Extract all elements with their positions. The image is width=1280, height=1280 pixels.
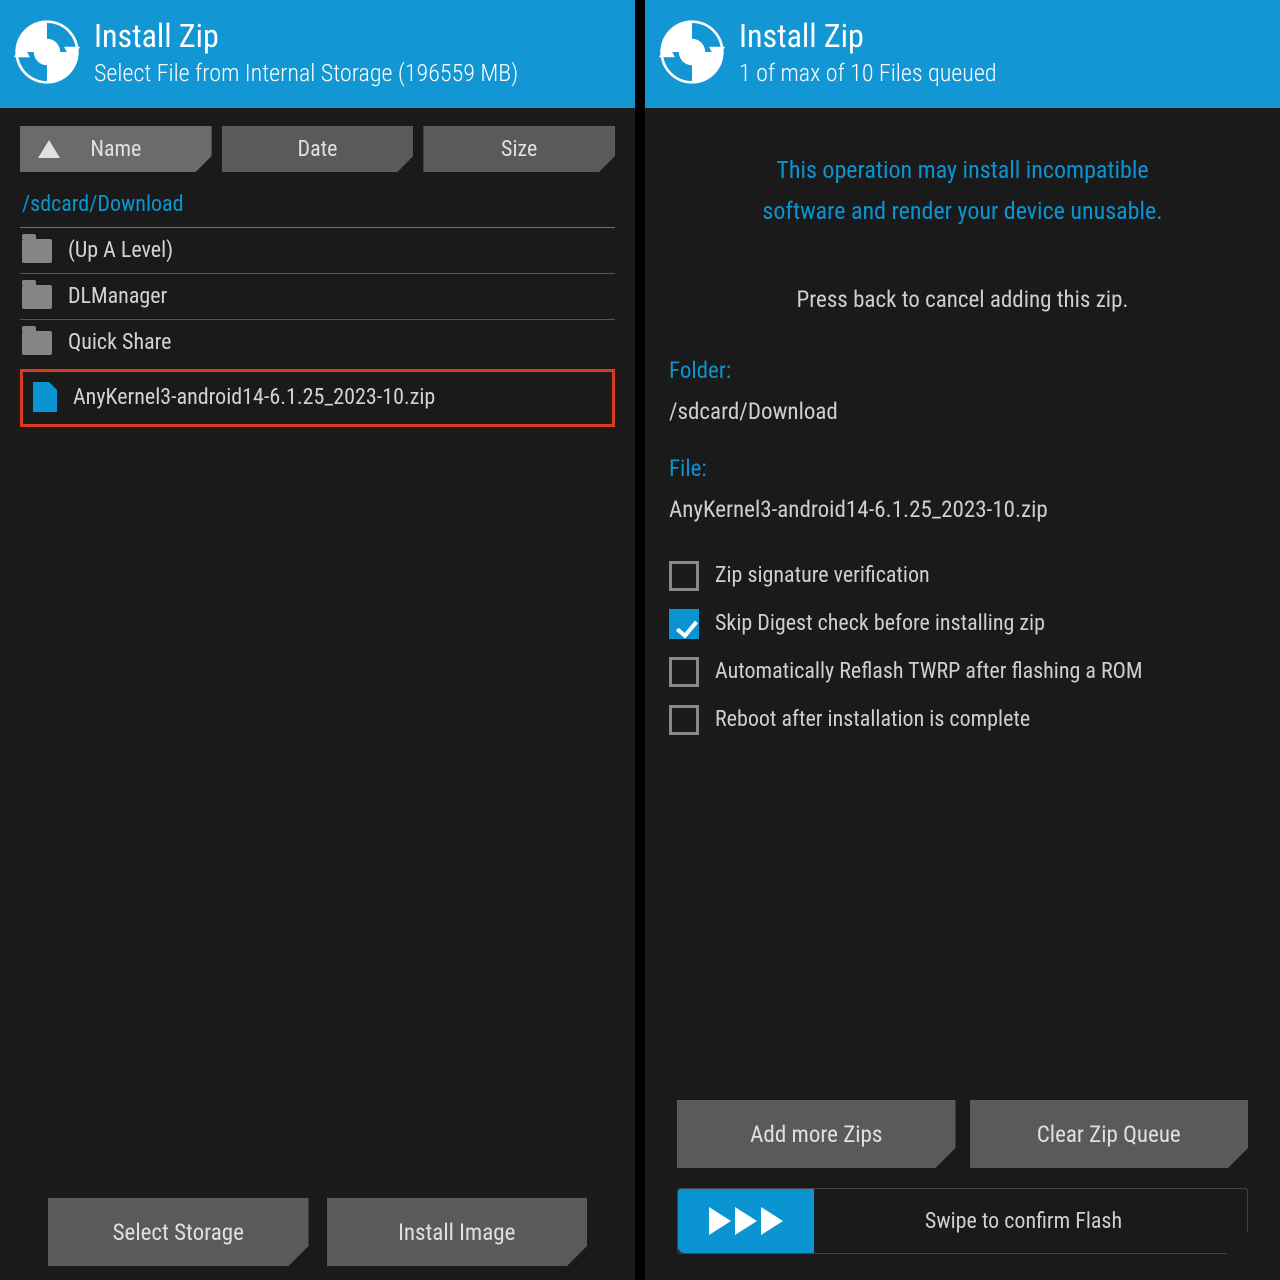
header-title: Install Zip: [739, 17, 997, 55]
list-item-folder[interactable]: DLManager: [20, 274, 615, 320]
header: Install Zip 1 of max of 10 Files queued: [645, 0, 1280, 108]
clear-zip-queue-button[interactable]: Clear Zip Queue: [970, 1100, 1249, 1168]
checkbox-icon: [669, 657, 699, 687]
chevron-right-icon: [761, 1207, 783, 1235]
sort-bar: Name Date Size: [20, 126, 615, 172]
sort-date-button[interactable]: Date: [222, 126, 414, 172]
list-item-label: (Up A Level): [68, 238, 173, 263]
sort-size-button[interactable]: Size: [423, 126, 615, 172]
twrp-logo-icon: [659, 19, 725, 85]
folder-icon: [22, 285, 52, 309]
chevron-right-icon: [735, 1207, 757, 1235]
header-title: Install Zip: [94, 17, 518, 55]
button-label: Select Storage: [113, 1219, 244, 1246]
chevron-right-icon: [709, 1207, 731, 1235]
warning-text: This operation may install incompatible …: [669, 150, 1256, 232]
button-label: Install Image: [398, 1219, 515, 1246]
sort-ascending-icon: [38, 140, 60, 158]
swipe-to-confirm[interactable]: Swipe to confirm Flash: [677, 1188, 1248, 1254]
twrp-logo-icon: [14, 19, 80, 85]
current-path[interactable]: /sdcard/Download: [20, 184, 615, 228]
button-label: Clear Zip Queue: [1037, 1121, 1181, 1148]
folder-label: Folder:: [669, 357, 1256, 384]
list-item-label: Quick Share: [68, 330, 171, 355]
checkbox-icon: [669, 705, 699, 735]
sort-date-label: Date: [298, 137, 338, 162]
checkbox-label: Reboot after installation is complete: [715, 707, 1030, 732]
sort-name-label: Name: [90, 137, 141, 162]
install-image-button[interactable]: Install Image: [327, 1198, 588, 1266]
list-item-zip-selected[interactable]: AnyKernel3-android14-6.1.25_2023-10.zip: [20, 369, 615, 427]
cancel-hint: Press back to cancel adding this zip.: [669, 286, 1256, 313]
header-subtitle: 1 of max of 10 Files queued: [739, 59, 997, 87]
swipe-handle[interactable]: [678, 1189, 814, 1253]
checkbox-zip-signature[interactable]: Zip signature verification: [669, 561, 1256, 591]
list-item-label: AnyKernel3-android14-6.1.25_2023-10.zip: [73, 385, 435, 410]
file-value: AnyKernel3-android14-6.1.25_2023-10.zip: [669, 496, 1256, 523]
select-storage-button[interactable]: Select Storage: [48, 1198, 309, 1266]
list-item-up[interactable]: (Up A Level): [20, 228, 615, 274]
checkbox-icon: [669, 561, 699, 591]
file-list: (Up A Level) DLManager Quick Share AnyKe…: [20, 228, 615, 427]
checkbox-label: Automatically Reflash TWRP after flashin…: [715, 659, 1142, 684]
checkbox-reflash-twrp[interactable]: Automatically Reflash TWRP after flashin…: [669, 657, 1256, 687]
list-item-label: DLManager: [68, 284, 167, 309]
file-icon: [33, 382, 57, 412]
checkbox-skip-digest[interactable]: Skip Digest check before installing zip: [669, 609, 1256, 639]
sort-size-label: Size: [501, 137, 537, 162]
list-item-folder[interactable]: Quick Share: [20, 320, 615, 365]
checkbox-reboot-after[interactable]: Reboot after installation is complete: [669, 705, 1256, 735]
warning-line: This operation may install incompatible: [685, 150, 1240, 191]
checkbox-checked-icon: [669, 609, 699, 639]
folder-icon: [22, 239, 52, 263]
header: Install Zip Select File from Internal St…: [0, 0, 635, 108]
screen-confirm-flash: Install Zip 1 of max of 10 Files queued …: [645, 0, 1280, 1280]
checkbox-label: Skip Digest check before installing zip: [715, 611, 1045, 636]
warning-line: software and render your device unusable…: [685, 191, 1240, 232]
add-more-zips-button[interactable]: Add more Zips: [677, 1100, 956, 1168]
checkbox-label: Zip signature verification: [715, 563, 930, 588]
sort-name-button[interactable]: Name: [20, 126, 212, 172]
header-subtitle: Select File from Internal Storage (19655…: [94, 59, 518, 87]
options-list: Zip signature verification Skip Digest c…: [669, 561, 1256, 735]
file-label: File:: [669, 455, 1256, 482]
folder-icon: [22, 331, 52, 355]
swipe-label: Swipe to confirm Flash: [814, 1209, 1247, 1234]
screen-file-picker: Install Zip Select File from Internal St…: [0, 0, 635, 1280]
button-label: Add more Zips: [750, 1121, 882, 1148]
folder-value: /sdcard/Download: [669, 398, 1256, 425]
